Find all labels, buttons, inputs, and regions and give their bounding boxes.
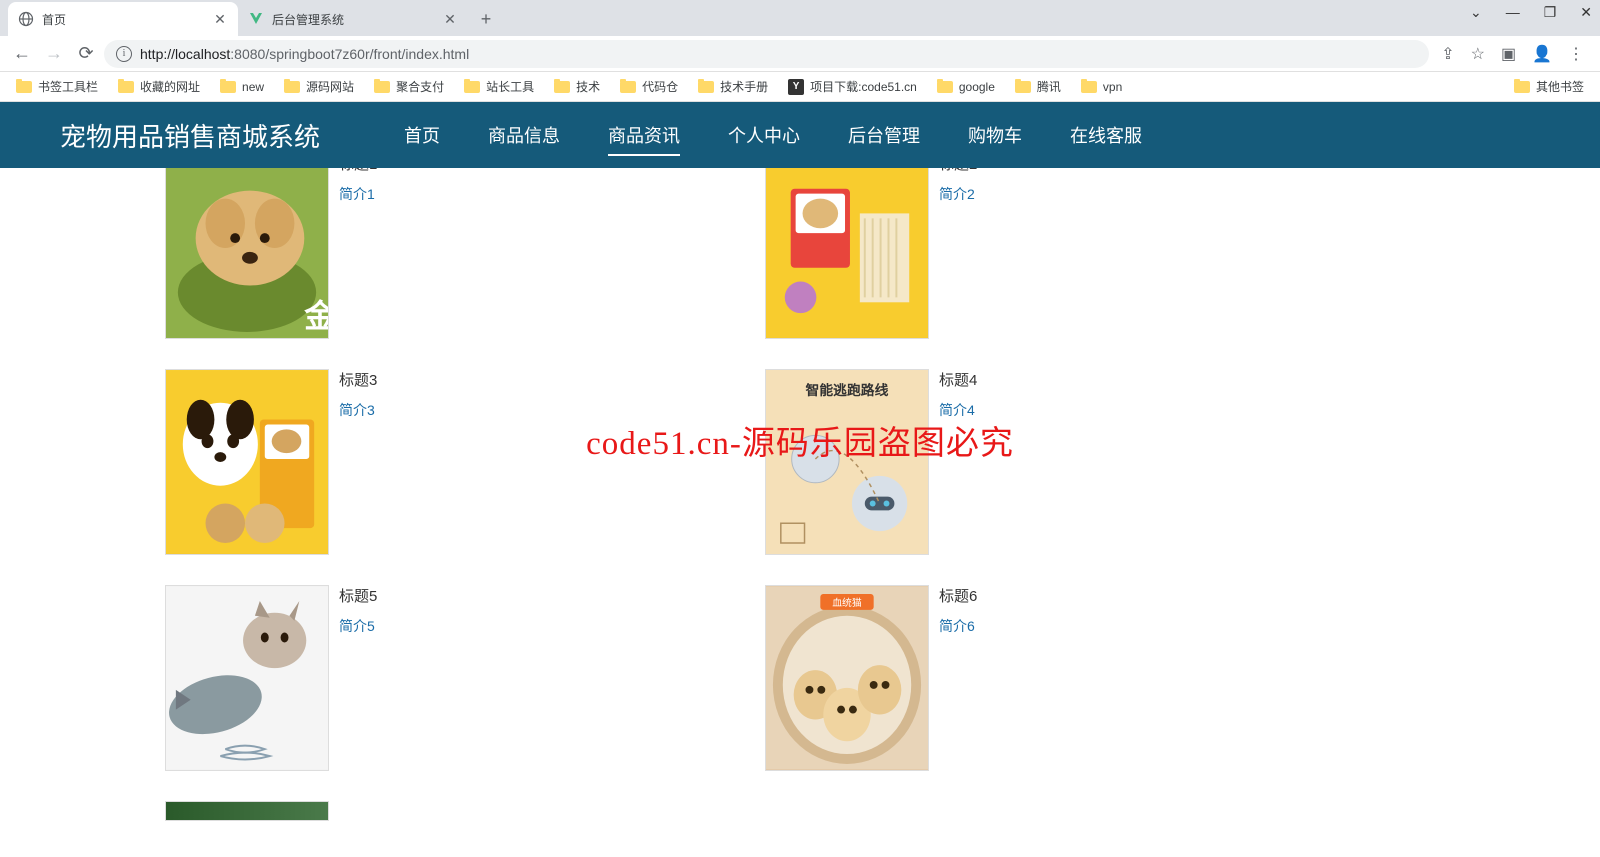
bookmark-item[interactable]: new: [212, 76, 272, 98]
product-title: 标题3: [339, 369, 377, 390]
product-card[interactable]: 智能逃跑路线 标题4 简介4: [765, 369, 1365, 555]
product-subtitle: 简介2: [939, 184, 977, 204]
product-card[interactable]: 标题3 简介3: [165, 369, 765, 555]
bookmark-item[interactable]: 代码仓: [612, 74, 686, 99]
site-navbar: 宠物用品销售商城系统 首页 商品信息 商品资讯 个人中心 后台管理 购物车 在线…: [0, 102, 1600, 168]
svg-text:智能逃跑路线: 智能逃跑路线: [806, 382, 889, 398]
vue-icon: [248, 11, 264, 27]
nav-link-profile[interactable]: 个人中心: [704, 102, 824, 168]
forward-button[interactable]: →: [40, 40, 68, 68]
bookmark-item[interactable]: 技术手册: [690, 74, 776, 99]
nav-link-cart[interactable]: 购物车: [944, 102, 1046, 168]
folder-icon: [1514, 81, 1530, 93]
site-info-icon[interactable]: i: [116, 46, 132, 62]
browser-tab-bar: 首页 ✕ 后台管理系统 ✕ + ⌄ — ❐ ✕: [0, 0, 1600, 36]
product-subtitle: 简介1: [339, 184, 377, 204]
bookmark-item[interactable]: 站长工具: [456, 74, 542, 99]
product-subtitle: 简介4: [939, 400, 977, 420]
back-button[interactable]: ←: [8, 40, 36, 68]
bookmark-item[interactable]: vpn: [1073, 76, 1130, 98]
bookmark-item[interactable]: google: [929, 76, 1003, 98]
dropdown-icon[interactable]: ⌄: [1470, 4, 1482, 21]
star-icon[interactable]: ☆: [1471, 44, 1485, 64]
product-title: 标题5: [339, 585, 377, 606]
svg-text:血统猫: 血统猫: [832, 596, 862, 609]
folder-icon: [118, 81, 134, 93]
tab-title: 首页: [42, 11, 204, 28]
nav-link-support[interactable]: 在线客服: [1046, 102, 1166, 168]
site-title: 宠物用品销售商城系统: [60, 117, 320, 154]
product-image: [165, 585, 329, 771]
url-input[interactable]: i http://localhost:8080/springboot7z60r/…: [104, 40, 1429, 68]
product-image: [165, 801, 329, 821]
nav-link-news[interactable]: 商品资讯: [584, 102, 704, 168]
reload-button[interactable]: ⟳: [72, 40, 100, 68]
url-text: http://localhost:8080/springboot7z60r/fr…: [140, 46, 469, 62]
maximize-icon[interactable]: ❐: [1544, 4, 1557, 21]
profile-icon[interactable]: 👤: [1532, 44, 1552, 64]
product-subtitle: 简介3: [339, 400, 377, 420]
close-icon[interactable]: ✕: [442, 11, 458, 27]
folder-icon: [554, 81, 570, 93]
menu-icon[interactable]: ⋮: [1568, 44, 1584, 64]
close-window-icon[interactable]: ✕: [1580, 4, 1592, 21]
product-title: 标题2: [939, 168, 977, 174]
bookmark-item[interactable]: 技术: [546, 74, 608, 99]
nav-link-home[interactable]: 首页: [380, 102, 464, 168]
product-subtitle: 简介6: [939, 616, 977, 636]
product-card[interactable]: 标题5 简介5: [165, 585, 765, 771]
folder-icon: [464, 81, 480, 93]
product-title: 标题1: [339, 168, 377, 174]
product-image: 智能逃跑路线: [765, 369, 929, 555]
new-tab-button[interactable]: +: [472, 5, 500, 33]
product-title: 标题6: [939, 585, 977, 606]
browser-tab-home[interactable]: 首页 ✕: [8, 2, 238, 36]
bookmark-item[interactable]: 腾讯: [1007, 74, 1069, 99]
bookmark-overflow[interactable]: 其他书签: [1506, 74, 1592, 99]
tab-title: 后台管理系统: [272, 11, 434, 28]
bookmark-item[interactable]: 收藏的网址: [110, 74, 208, 99]
site-icon: Y: [788, 79, 804, 95]
svg-text:金: 金: [303, 298, 328, 334]
product-card[interactable]: [165, 801, 765, 821]
folder-icon: [284, 81, 300, 93]
product-image: [165, 369, 329, 555]
product-card[interactable]: 血统猫 标题6 简介6: [765, 585, 1365, 771]
product-image: 血统猫: [765, 585, 929, 771]
bookmarks-bar: 书签工具栏 收藏的网址 new 源码网站 聚合支付 站长工具 技术 代码仓 技术…: [0, 72, 1600, 102]
folder-icon: [1081, 81, 1097, 93]
product-card[interactable]: 金 标题1 简介1: [165, 168, 765, 339]
globe-icon: [18, 11, 34, 27]
product-subtitle: 简介5: [339, 616, 377, 636]
page-content: 金 标题1 简介1 标题2 简介2 标题3 简介3: [0, 168, 1600, 847]
folder-icon: [16, 81, 32, 93]
folder-icon: [1015, 81, 1031, 93]
product-image: 金: [165, 168, 329, 339]
bookmark-item[interactable]: Y项目下载:code51.cn: [780, 74, 925, 99]
share-icon[interactable]: ⇪: [1441, 44, 1454, 64]
address-bar: ← → ⟳ i http://localhost:8080/springboot…: [0, 36, 1600, 72]
minimize-icon[interactable]: —: [1506, 4, 1520, 21]
close-icon[interactable]: ✕: [212, 11, 228, 27]
bookmark-item[interactable]: 书签工具栏: [8, 74, 106, 99]
bookmark-item[interactable]: 聚合支付: [366, 74, 452, 99]
product-card[interactable]: 标题2 简介2: [765, 168, 1365, 339]
product-grid: 金 标题1 简介1 标题2 简介2 标题3 简介3: [165, 168, 1365, 847]
browser-tab-admin[interactable]: 后台管理系统 ✕: [238, 2, 468, 36]
nav-link-admin[interactable]: 后台管理: [824, 102, 944, 168]
folder-icon: [220, 81, 236, 93]
bookmark-item[interactable]: 源码网站: [276, 74, 362, 99]
folder-icon: [620, 81, 636, 93]
nav-link-products[interactable]: 商品信息: [464, 102, 584, 168]
folder-icon: [937, 81, 953, 93]
extensions-icon[interactable]: ▣: [1501, 44, 1516, 64]
product-image: [765, 168, 929, 339]
folder-icon: [698, 81, 714, 93]
folder-icon: [374, 81, 390, 93]
product-title: 标题4: [939, 369, 977, 390]
